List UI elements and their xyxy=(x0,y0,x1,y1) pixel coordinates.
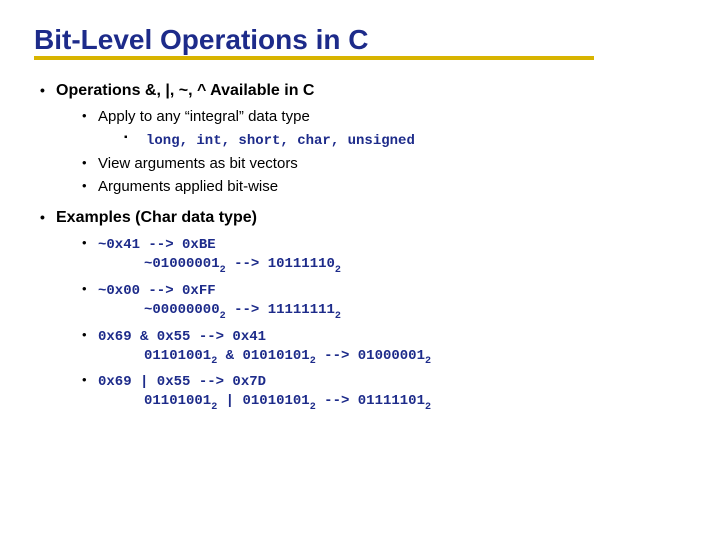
ex1-binary: ~010000012 --> 101111102 xyxy=(144,256,686,275)
bullet-operations: Operations &, |, ~, ^ Available in C App… xyxy=(38,82,686,195)
ex2: ~0x00 --> 0xFF ~000000002 --> 111111112 xyxy=(82,281,686,321)
types-list: long, int, short, char, unsigned xyxy=(124,131,686,149)
ex4: 0x69 | 0x55 --> 0x7D 011010012 | 0101010… xyxy=(82,372,686,412)
sub-bit-vectors: View arguments as bit vectors xyxy=(82,155,686,172)
ex4-binary: 011010012 | 010101012 --> 011111012 xyxy=(144,393,686,412)
slide: Bit-Level Operations in C Operations &, … xyxy=(0,0,720,540)
sub-bitwise: Arguments applied bit-wise xyxy=(82,178,686,195)
bullet-operations-text: Operations &, |, ~, ^ Available in C xyxy=(56,82,314,99)
content: Operations &, |, ~, ^ Available in C App… xyxy=(34,82,686,412)
bullet-examples: Examples (Char data type) ~0x41 --> 0xBE… xyxy=(38,209,686,412)
ex2-binary: ~000000002 --> 111111112 xyxy=(144,302,686,321)
slide-title: Bit-Level Operations in C xyxy=(34,24,369,58)
ex1: ~0x41 --> 0xBE ~010000012 --> 101111102 xyxy=(82,235,686,275)
ex3: 0x69 & 0x55 --> 0x41 011010012 & 0101010… xyxy=(82,327,686,367)
ex3-binary: 011010012 & 010101012 --> 010000012 xyxy=(144,348,686,367)
bullet-examples-text: Examples (Char data type) xyxy=(56,209,257,226)
title-block: Bit-Level Operations in C xyxy=(34,24,686,60)
sub-apply-integral: Apply to any “integral” data type long, … xyxy=(82,108,686,149)
